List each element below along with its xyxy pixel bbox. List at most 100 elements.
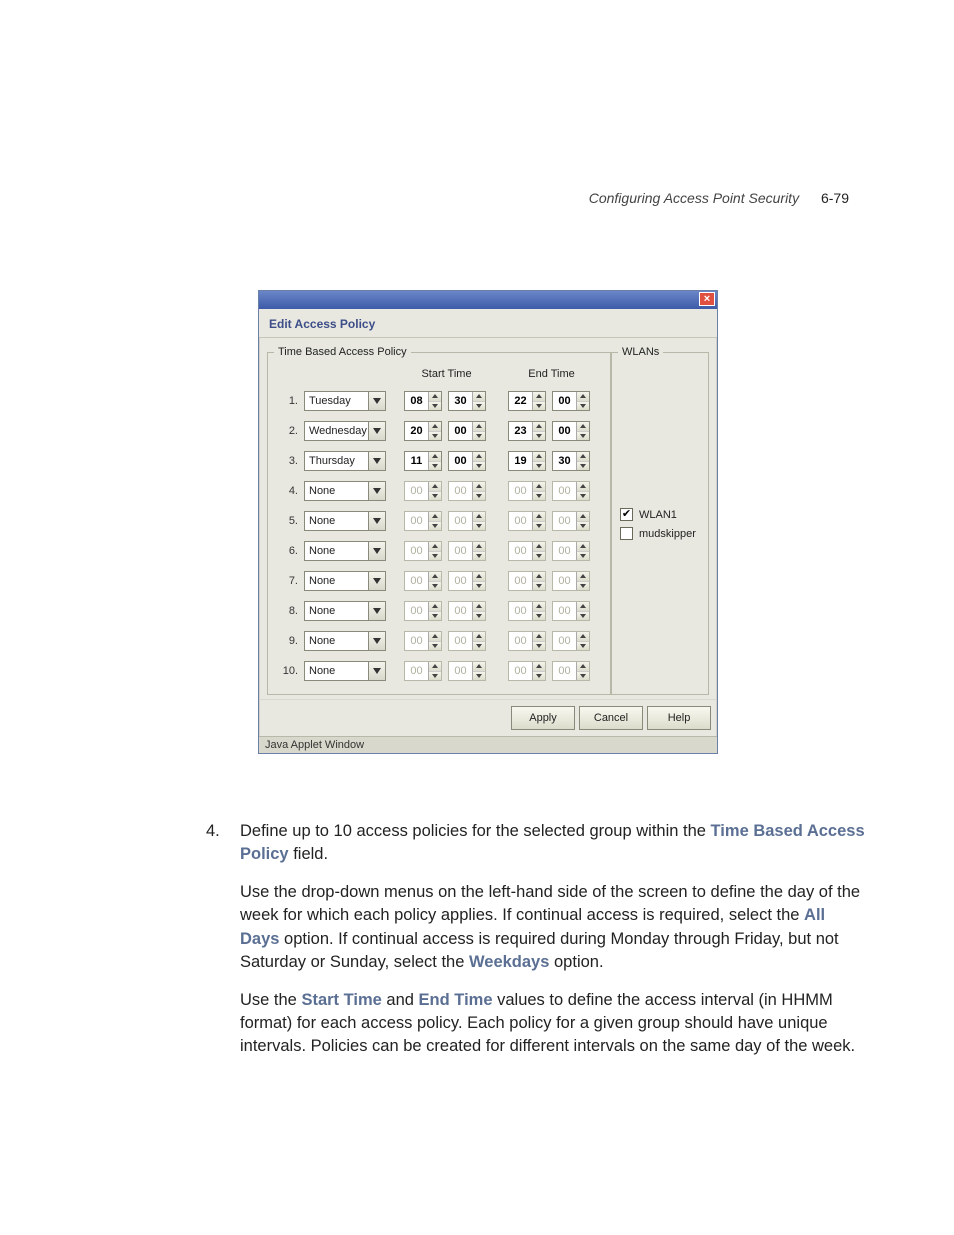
end-minute-spinner-value: 00: [553, 662, 576, 680]
apply-button[interactable]: Apply: [511, 706, 575, 730]
spinner-up-icon[interactable]: [577, 392, 589, 402]
spinner-down-icon[interactable]: [473, 462, 485, 471]
spinner-up-icon: [429, 542, 441, 552]
spinner-up-icon: [533, 632, 545, 642]
spinner-down-icon: [429, 642, 441, 651]
start-minute-spinner[interactable]: 30: [448, 391, 486, 411]
end-hour-spinner: 00: [508, 481, 546, 501]
spinner-down-icon[interactable]: [429, 402, 441, 411]
spinner-down-icon[interactable]: [473, 432, 485, 441]
end-minute-spinner: 00: [552, 481, 590, 501]
spinner-down-icon[interactable]: [533, 402, 545, 411]
day-select[interactable]: None: [304, 601, 386, 621]
spinner-down-icon: [533, 552, 545, 561]
end-hour-spinner[interactable]: 23: [508, 421, 546, 441]
spinner-up-icon[interactable]: [577, 452, 589, 462]
day-select[interactable]: None: [304, 541, 386, 561]
spinner-down-icon[interactable]: [429, 462, 441, 471]
end-minute-spinner-value: 00: [553, 542, 576, 560]
spinner-up-icon[interactable]: [473, 422, 485, 432]
day-select[interactable]: None: [304, 481, 386, 501]
spinner-down-icon: [429, 612, 441, 621]
dialog-title: Edit Access Policy: [259, 309, 717, 338]
spinner-up-icon: [473, 602, 485, 612]
day-select[interactable]: None: [304, 661, 386, 681]
spinner-up-icon[interactable]: [533, 392, 545, 402]
spinner-up-icon: [473, 512, 485, 522]
spinner-down-icon[interactable]: [577, 402, 589, 411]
spinner-down-icon[interactable]: [577, 462, 589, 471]
start-minute-spinner[interactable]: 00: [448, 421, 486, 441]
chevron-down-icon[interactable]: [368, 512, 385, 530]
day-select[interactable]: None: [304, 571, 386, 591]
day-select[interactable]: Thursday: [304, 451, 386, 471]
day-select[interactable]: None: [304, 631, 386, 651]
spinner-up-icon[interactable]: [473, 452, 485, 462]
spinner-down-icon[interactable]: [533, 462, 545, 471]
start-minute-spinner-value: 00: [449, 512, 472, 530]
checkbox-icon[interactable]: [620, 527, 633, 540]
close-icon[interactable]: ×: [699, 292, 715, 306]
checkbox-icon[interactable]: ✔: [620, 508, 633, 521]
end-minute-spinner[interactable]: 30: [552, 451, 590, 471]
chevron-down-icon[interactable]: [368, 542, 385, 560]
spinner-down-icon: [473, 552, 485, 561]
end-minute-spinner-value: 00: [553, 572, 576, 590]
start-minute-spinner-value: 00: [449, 602, 472, 620]
start-minute-spinner[interactable]: 00: [448, 451, 486, 471]
spinner-up-icon[interactable]: [429, 392, 441, 402]
spinner-up-icon[interactable]: [533, 422, 545, 432]
policy-row: 1.Tuesday08302200: [274, 386, 604, 416]
end-minute-spinner[interactable]: 00: [552, 391, 590, 411]
day-select[interactable]: Tuesday: [304, 391, 386, 411]
spinner-down-icon: [429, 492, 441, 501]
spinner-up-icon[interactable]: [533, 452, 545, 462]
chevron-down-icon[interactable]: [368, 572, 385, 590]
day-select-value: None: [305, 515, 368, 527]
wlan-label: mudskipper: [639, 528, 696, 540]
spinner-up-icon[interactable]: [473, 392, 485, 402]
policy-row: 5.None00000000: [274, 506, 604, 536]
wlan-checkbox[interactable]: ✔WLAN1: [620, 508, 700, 521]
end-time-header: End Time: [499, 368, 604, 380]
end-hour-spinner-value: 00: [509, 512, 532, 530]
dialog-titlebar: ×: [259, 291, 717, 309]
wlan-checkbox[interactable]: mudskipper: [620, 527, 700, 540]
policy-row: 2.Wednesday20002300: [274, 416, 604, 446]
step-paragraph-2: Use the drop-down menus on the left-hand…: [240, 881, 866, 975]
chevron-down-icon[interactable]: [368, 662, 385, 680]
help-button[interactable]: Help: [647, 706, 711, 730]
spinner-up-icon: [533, 662, 545, 672]
day-select[interactable]: Wednesday: [304, 421, 386, 441]
chevron-down-icon[interactable]: [368, 422, 385, 440]
chevron-down-icon[interactable]: [368, 482, 385, 500]
day-select[interactable]: None: [304, 511, 386, 531]
chevron-down-icon[interactable]: [368, 602, 385, 620]
end-minute-spinner[interactable]: 00: [552, 421, 590, 441]
spinner-up-icon[interactable]: [429, 422, 441, 432]
chevron-down-icon[interactable]: [368, 392, 385, 410]
cancel-button[interactable]: Cancel: [579, 706, 643, 730]
chevron-down-icon[interactable]: [368, 452, 385, 470]
spinner-down-icon: [577, 492, 589, 501]
start-hour-spinner[interactable]: 20: [404, 421, 442, 441]
end-hour-spinner-value: 00: [509, 602, 532, 620]
end-hour-spinner[interactable]: 19: [508, 451, 546, 471]
spinner-up-icon: [429, 602, 441, 612]
spinner-down-icon[interactable]: [473, 402, 485, 411]
start-hour-spinner-value: 00: [405, 542, 428, 560]
spinner-down-icon: [533, 612, 545, 621]
start-hour-spinner[interactable]: 11: [404, 451, 442, 471]
start-hour-spinner-value: 00: [405, 602, 428, 620]
spinner-up-icon[interactable]: [577, 422, 589, 432]
chevron-down-icon[interactable]: [368, 632, 385, 650]
spinner-up-icon[interactable]: [429, 452, 441, 462]
keyword-start-time: Start Time: [301, 991, 381, 1009]
spinner-down-icon[interactable]: [533, 432, 545, 441]
spinner-down-icon: [577, 642, 589, 651]
end-hour-spinner[interactable]: 22: [508, 391, 546, 411]
start-hour-spinner[interactable]: 08: [404, 391, 442, 411]
spinner-down-icon[interactable]: [577, 432, 589, 441]
spinner-down-icon[interactable]: [429, 432, 441, 441]
row-number: 4.: [274, 485, 304, 497]
